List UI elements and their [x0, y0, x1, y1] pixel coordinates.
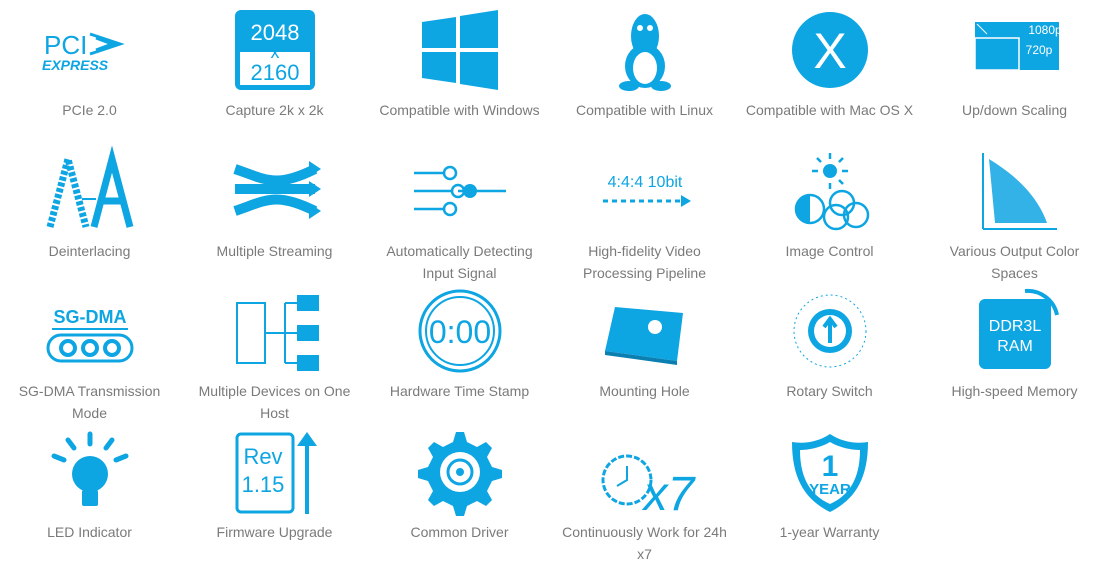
svg-text:SG-DMA: SG-DMA — [53, 307, 126, 327]
mac-os-x-icon: X — [780, 8, 880, 92]
feature-label: Deinterlacing — [48, 242, 131, 259]
linux-icon — [595, 8, 695, 92]
windows-icon — [410, 8, 510, 92]
svg-text:EXPRESS: EXPRESS — [42, 57, 109, 73]
feature-label: Compatible with Windows — [379, 102, 540, 118]
feature-label: Hardware Time Stamp — [389, 383, 530, 399]
feature-item: Image Control — [737, 141, 922, 282]
feature-label: Multiple Streaming — [216, 242, 333, 259]
feature-item: 1080p 720p Up/down Scaling — [922, 0, 1100, 141]
pcie-logo-icon: PCI EXPRESS — [40, 8, 140, 92]
feature-item: Various Output Color Spaces — [922, 141, 1100, 282]
feature-item: Compatible with Windows — [367, 0, 552, 141]
feature-item: 0:00 Hardware Time Stamp — [367, 281, 552, 422]
svg-text:Rev: Rev — [243, 444, 282, 469]
rotary-switch-icon — [780, 289, 880, 373]
svg-text:2160: 2160 — [250, 60, 299, 85]
feature-item: x7 Continuously Work for 24h x7 — [552, 422, 737, 563]
feature-item: Mounting Hole — [552, 281, 737, 422]
svg-text:YEAR: YEAR — [809, 481, 851, 498]
svg-text:x7: x7 — [641, 468, 696, 521]
feature-item: 2048 x 2160 Capture 2k x 2k — [182, 0, 367, 141]
feature-item: LED Indicator — [0, 422, 182, 563]
scaling-icon: 1080p 720p — [965, 8, 1065, 92]
svg-text:1080p: 1080p — [1028, 23, 1062, 37]
color-space-icon — [965, 149, 1065, 233]
svg-text:x: x — [270, 42, 279, 62]
svg-text:X: X — [813, 23, 846, 79]
warranty-shield-icon: 1 YEAR — [780, 430, 880, 514]
feature-label: Various Output Color Spaces — [949, 242, 1080, 281]
feature-label: Continuously Work for 24h x7 — [562, 523, 727, 562]
resolution-icon: 2048 x 2160 — [225, 8, 325, 92]
input-detect-icon — [410, 149, 510, 233]
timestamp-icon: 0:00 — [410, 289, 510, 373]
feature-label: High-speed Memory — [951, 383, 1078, 399]
feature-item: Common Driver — [367, 422, 552, 563]
svg-text:720p: 720p — [1025, 43, 1052, 57]
feature-label: Mounting Hole — [599, 383, 690, 399]
feature-label: Common Driver — [410, 523, 509, 540]
feature-label: 1-year Warranty — [779, 523, 880, 540]
feature-label: High-fidelity Video Processing Pipeline — [583, 242, 706, 281]
feature-label: Capture 2k x 2k — [225, 102, 324, 118]
svg-text:PCI: PCI — [44, 30, 87, 60]
feature-label: Compatible with Linux — [576, 102, 713, 118]
feature-label: LED Indicator — [47, 523, 132, 540]
feature-label: Compatible with Mac OS X — [745, 102, 914, 118]
feature-item: X Compatible with Mac OS X — [737, 0, 922, 141]
led-bulb-icon — [40, 430, 140, 514]
feature-item: Automatically Detecting Input Signal — [367, 141, 552, 282]
feature-label: Firmware Upgrade — [216, 523, 333, 540]
svg-text:1: 1 — [821, 450, 838, 483]
image-control-icon — [780, 149, 880, 233]
feature-label: Image Control — [785, 242, 874, 259]
feature-item: 1 YEAR 1-year Warranty — [737, 422, 922, 563]
feature-label: PCIe 2.0 — [62, 102, 117, 118]
svg-text:1.15: 1.15 — [241, 472, 284, 497]
svg-text:DDR3L: DDR3L — [988, 318, 1041, 335]
feature-item: SG-DMA SG-DMA Transmission Mode — [0, 281, 182, 422]
feature-item: PCI EXPRESS PCIe 2.0 — [0, 0, 182, 141]
firmware-upgrade-icon: Rev 1.15 — [225, 430, 325, 514]
clock-icon: x7 — [595, 430, 696, 521]
feature-item: Deinterlacing — [0, 141, 182, 282]
pipeline-icon: 4:4:4 10bit — [595, 149, 695, 233]
feature-item: Multiple Streaming — [182, 141, 367, 282]
feature-item: Rev 1.15 Firmware Upgrade — [182, 422, 367, 563]
svg-text:0:00: 0:00 — [428, 314, 490, 350]
svg-text:4:4:4 10bit: 4:4:4 10bit — [607, 174, 682, 191]
gear-icon — [410, 430, 510, 516]
feature-grid: PCI EXPRESS PCIe 2.0 2048 x 2160 Capture 2k … — [0, 0, 1100, 562]
mounting-hole-icon — [595, 289, 695, 373]
multi-device-icon — [225, 289, 325, 373]
feature-label: Up/down Scaling — [961, 102, 1068, 118]
feature-label: SG-DMA Transmission Mode — [18, 383, 161, 421]
feature-item: 4:4:4 10bit High-fidelity Video Processi… — [552, 141, 737, 282]
feature-item: Rotary Switch — [737, 281, 922, 422]
svg-text:RAM: RAM — [997, 338, 1033, 355]
feature-item: DDR3L RAM High-speed Memory — [922, 281, 1100, 422]
feature-label: Multiple Devices on One Host — [198, 383, 351, 421]
feature-item: Multiple Devices on One Host — [182, 281, 367, 422]
sg-dma-icon: SG-DMA — [40, 289, 140, 373]
feature-item: Compatible with Linux — [552, 0, 737, 141]
memory-icon: DDR3L RAM — [965, 288, 1065, 373]
feature-label: Rotary Switch — [786, 383, 873, 399]
deinterlacing-icon — [40, 144, 140, 233]
multiple-streaming-icon — [225, 149, 325, 233]
feature-label: Automatically Detecting Input Signal — [386, 242, 533, 281]
